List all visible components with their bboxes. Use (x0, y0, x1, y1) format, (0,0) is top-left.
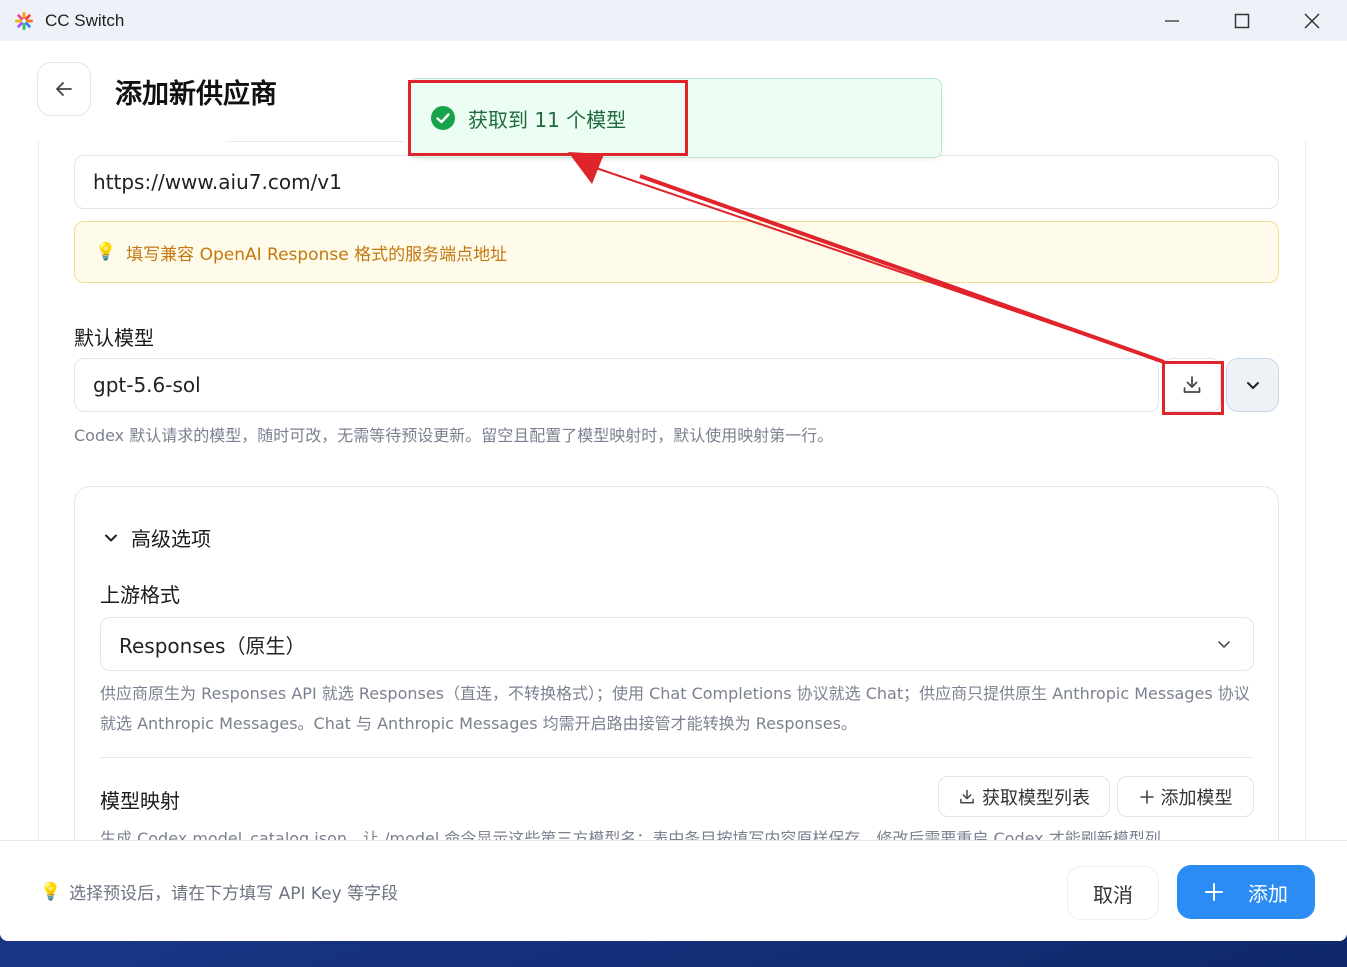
footer-hint: 💡 选择预设后，请在下方填写 API Key 等字段 (40, 879, 399, 905)
title-bar: CC Switch (0, 0, 1347, 41)
chevron-down-icon (1218, 641, 1230, 648)
advanced-options-label: 高级选项 (131, 527, 211, 551)
add-model-label: 添加模型 (1160, 787, 1233, 809)
minimize-icon (1165, 19, 1179, 22)
fetch-model-list-button[interactable]: 获取模型列表 (938, 776, 1110, 817)
advanced-options-toggle[interactable]: 高级选项 (103, 523, 211, 552)
close-window-button[interactable] (1277, 0, 1347, 41)
add-provider-label: 添加 (1248, 881, 1288, 906)
footer-hint-text: 选择预设后，请在下方填写 API Key 等字段 (69, 884, 399, 904)
download-icon (960, 789, 974, 803)
add-model-button[interactable]: 添加模型 (1117, 776, 1254, 817)
annotation-highlight-fetch-button (1162, 361, 1224, 415)
close-icon (1304, 12, 1320, 29)
window-controls (1137, 0, 1347, 41)
page-title: 添加新供应商 (115, 79, 277, 110)
default-model-label: 默认模型 (74, 326, 154, 350)
annotation-highlight-toast (408, 80, 688, 156)
base-url-hint: 💡 填写兼容 OpenAI Response 格式的服务端点地址 (74, 221, 1279, 283)
model-mapping-help: 生成 Codex model_catalog.json，让 /model 命令显… (100, 829, 1161, 840)
chevron-down-icon (105, 534, 117, 541)
default-model-help: Codex 默认请求的模型，随时可改，无需等待预设更新。留空且配置了模型映射时，… (74, 426, 834, 445)
advanced-options-card: 高级选项 上游格式 Responses（原生） 供应商原生为 Responses… (74, 486, 1279, 840)
add-provider-button[interactable]: 添加 (1177, 865, 1315, 919)
upstream-format-select[interactable]: Responses（原生） (100, 617, 1254, 671)
default-model-value: gpt-5.6-sol (93, 373, 201, 397)
scrolled-element-edge (219, 141, 411, 142)
plus-icon (1205, 883, 1223, 901)
lightbulb-icon: 💡 (95, 242, 117, 262)
plus-icon (1139, 789, 1154, 804)
footer-bar: 💡 选择预设后，请在下方填写 API Key 等字段 取消 添加 (0, 840, 1347, 941)
model-dropdown-button[interactable] (1226, 358, 1279, 412)
model-mapping-label: 模型映射 (100, 789, 180, 813)
default-model-input[interactable]: gpt-5.6-sol (74, 358, 1159, 412)
upstream-format-value: Responses（原生） (119, 633, 306, 658)
back-button[interactable] (37, 62, 91, 116)
section-divider (100, 757, 1254, 758)
base-url-value: https://www.aiu7.com/v1 (93, 170, 342, 194)
base-url-input[interactable]: https://www.aiu7.com/v1 (74, 155, 1279, 209)
chevron-down-icon (1246, 382, 1259, 389)
form-scroll-area[interactable]: https://www.aiu7.com/v1 💡 填写兼容 OpenAI Re… (38, 141, 1306, 840)
cancel-button[interactable]: 取消 (1067, 866, 1159, 920)
arrow-left-icon (56, 82, 72, 96)
base-url-hint-text: 填写兼容 OpenAI Response 格式的服务端点地址 (126, 244, 508, 265)
upstream-format-help: 供应商原生为 Responses API 就选 Responses（直连，不转换… (100, 684, 1250, 733)
window-title: CC Switch (45, 10, 125, 30)
lightbulb-icon: 💡 (40, 881, 62, 902)
fetch-model-list-label: 获取模型列表 (982, 787, 1090, 809)
minimize-button[interactable] (1137, 0, 1207, 41)
upstream-format-label: 上游格式 (100, 583, 180, 607)
maximize-icon (1234, 13, 1250, 28)
maximize-button[interactable] (1207, 0, 1277, 41)
app-logo-icon (15, 11, 33, 30)
